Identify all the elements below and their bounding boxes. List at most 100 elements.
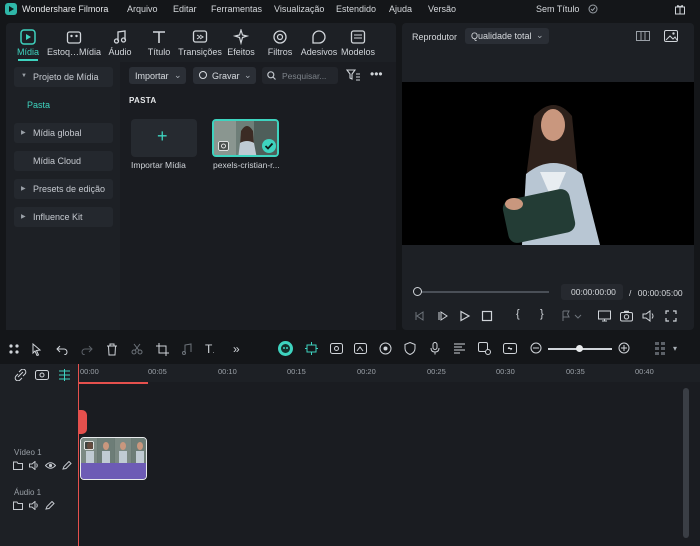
play-reverse-icon[interactable]: [437, 310, 449, 322]
sidebar-item-midia-global[interactable]: ▶ Mídia global: [14, 123, 113, 143]
quality-dropdown[interactable]: Qualidade total ⌄: [465, 28, 549, 44]
microphone-icon[interactable]: [429, 342, 441, 355]
zoom-in-icon[interactable]: [618, 342, 630, 354]
gift-icon[interactable]: [674, 3, 686, 15]
ai-mascot-icon[interactable]: [278, 341, 293, 356]
tab-modelos[interactable]: Modelos: [337, 27, 379, 61]
cut-scissors-icon[interactable]: [131, 343, 143, 355]
speaker-icon[interactable]: [29, 461, 39, 470]
menu-versao[interactable]: Versão: [428, 4, 456, 14]
sidebar-item-pasta[interactable]: Pasta: [27, 100, 50, 110]
play-icon[interactable]: [459, 310, 471, 322]
chevron-down-icon[interactable]: ▾: [673, 344, 677, 353]
snap-toggle-icon[interactable]: [58, 369, 71, 381]
marker-dropdown-icon[interactable]: [561, 310, 583, 322]
caret-down-icon: ▼: [21, 73, 27, 79]
plus-icon: +: [157, 126, 168, 146]
playhead-handle[interactable]: [78, 410, 87, 434]
select-arrow-icon[interactable]: [31, 343, 45, 356]
filter-sort-icon[interactable]: [346, 69, 360, 81]
previous-frame-icon[interactable]: [414, 310, 426, 322]
shield-mask-icon[interactable]: [404, 342, 416, 355]
caret-right-icon: ▶: [21, 130, 26, 136]
split-view-icon[interactable]: [503, 342, 517, 355]
playback-progress-knob[interactable]: [413, 287, 422, 296]
chevron-down-icon: ⌄: [244, 70, 252, 80]
tab-estoque-midia[interactable]: Estoq…Mídia: [47, 27, 101, 61]
delete-trash-icon[interactable]: [106, 343, 118, 356]
color-match-icon[interactable]: [379, 342, 392, 355]
volume-icon[interactable]: [642, 310, 655, 322]
text-tool-icon[interactable]: T.: [205, 342, 214, 356]
link-unlink-icon[interactable]: [14, 369, 27, 381]
pencil-edit-icon[interactable]: [45, 501, 55, 510]
quality-label: Qualidade total: [471, 31, 532, 41]
record-label: Gravar: [212, 71, 240, 81]
more-tools-chevron-icon[interactable]: »: [233, 342, 240, 356]
filters-icon: [272, 29, 288, 45]
menu-visualizacao[interactable]: Visualização: [274, 4, 324, 14]
sidebar-item-label: Projeto de Mídia: [33, 72, 99, 82]
mark-in-icon[interactable]: {: [516, 308, 520, 320]
ruler-tick-label: 00:20: [357, 367, 376, 376]
undo-icon[interactable]: [56, 343, 68, 355]
fullscreen-icon[interactable]: [665, 310, 677, 322]
speaker-icon[interactable]: [29, 501, 39, 510]
project-title: Sem Título: [536, 4, 580, 14]
camera-snapshot-icon[interactable]: [620, 310, 633, 322]
timeline-ruler[interactable]: [78, 364, 700, 382]
transitions-icon: [192, 29, 208, 45]
sidebar-item-presets[interactable]: ▶ Presets de edição: [14, 179, 113, 199]
mark-out-icon[interactable]: }: [540, 308, 544, 320]
sidebar-item-midia-cloud[interactable]: Mídia Cloud: [14, 151, 113, 171]
zoom-slider-knob[interactable]: [576, 345, 583, 352]
eye-visibility-icon[interactable]: [45, 461, 56, 470]
record-icon: [199, 71, 207, 79]
current-time-display[interactable]: 00:00:00:00: [561, 284, 623, 300]
filmora-logo-icon: [5, 3, 17, 15]
group-track-icon[interactable]: [35, 370, 49, 380]
import-dropdown[interactable]: Importar ⌄: [129, 67, 186, 84]
ai-cutout-icon[interactable]: [330, 342, 343, 355]
auto-ripple-icon[interactable]: [305, 342, 318, 355]
active-tab-indicator: [18, 59, 38, 61]
layout-grid-icon[interactable]: [9, 344, 20, 355]
add-media-icon[interactable]: [478, 342, 491, 355]
grid-view-icon[interactable]: [636, 31, 650, 41]
timeline-vertical-scrollbar[interactable]: [683, 388, 689, 538]
playhead[interactable]: [78, 364, 79, 546]
crop-icon[interactable]: [156, 343, 169, 356]
zoom-out-icon[interactable]: [530, 342, 542, 354]
track-layout-icon[interactable]: [655, 342, 665, 356]
playback-progress-track[interactable]: [417, 291, 549, 293]
menu-ferramentas[interactable]: Ferramentas: [211, 4, 262, 14]
menu-estendido[interactable]: Estendido: [336, 4, 376, 14]
subtitle-icon[interactable]: [453, 342, 466, 355]
snapshot-image-icon[interactable]: [664, 30, 678, 42]
audio-stretch-icon[interactable]: [181, 343, 194, 356]
import-media-card[interactable]: +: [131, 119, 197, 157]
redo-icon[interactable]: [81, 343, 93, 355]
title-bar: Wondershare Filmora Arquivo Editar Ferra…: [0, 0, 700, 18]
folder-icon[interactable]: [13, 461, 23, 470]
tab-midia[interactable]: Mídia: [7, 27, 49, 61]
folder-icon[interactable]: [13, 501, 23, 510]
more-options-icon[interactable]: •••: [370, 68, 383, 80]
menu-ajuda[interactable]: Ajuda: [389, 4, 412, 14]
work-area-bar[interactable]: [78, 382, 148, 384]
menu-arquivo[interactable]: Arquivo: [127, 4, 158, 14]
record-dropdown[interactable]: Gravar ⌄: [193, 67, 256, 84]
media-search-input[interactable]: Pesquisar...: [262, 67, 338, 84]
display-monitor-icon[interactable]: [598, 310, 611, 322]
ai-portrait-icon[interactable]: [354, 342, 367, 355]
media-clip-thumbnail[interactable]: [212, 119, 279, 157]
sidebar-item-projeto-de-midia[interactable]: ▼ Projeto de Mídia: [14, 67, 113, 87]
menu-editar[interactable]: Editar: [173, 4, 197, 14]
audio-track-label: Áudio 1: [14, 488, 42, 497]
video-preview: [402, 82, 694, 245]
stock-media-icon: [66, 29, 82, 45]
pencil-edit-icon[interactable]: [62, 461, 72, 470]
stop-icon[interactable]: [481, 310, 493, 322]
sidebar-item-influence-kit[interactable]: ▶ Influence Kit: [14, 207, 113, 227]
timeline-video-clip[interactable]: [80, 437, 147, 480]
